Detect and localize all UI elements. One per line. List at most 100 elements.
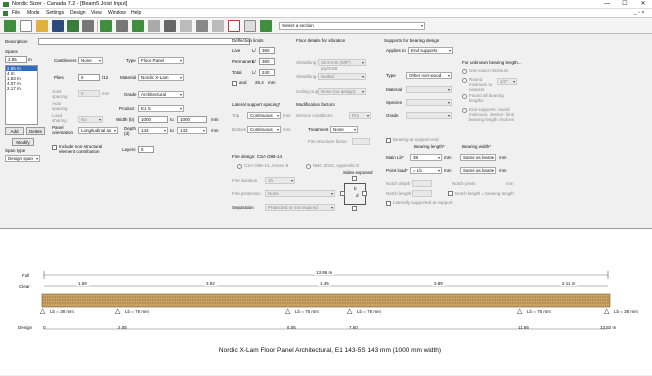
fire-factor-input[interactable] (352, 138, 370, 145)
maximize-button[interactable]: ☐ (616, 0, 634, 9)
support-grade-select[interactable]: ▾ (406, 112, 452, 119)
span-input[interactable]: 2.85 (5, 56, 27, 63)
live-input[interactable]: 360 (259, 47, 275, 54)
wall-icon[interactable] (148, 20, 160, 32)
support-type-select[interactable]: Other non-wood ▾ (406, 72, 452, 79)
report-icon[interactable] (67, 20, 79, 32)
depth-to-select[interactable]: 143 ▾ (177, 127, 207, 134)
side-left-checkbox[interactable] (340, 191, 345, 196)
treatment-select[interactable]: None ▾ (330, 126, 358, 133)
species-select[interactable]: ▾ (406, 99, 452, 106)
top-select[interactable]: Continuous ▾ (247, 112, 281, 119)
graph-icon[interactable] (228, 20, 240, 32)
and-checkbox[interactable] (232, 81, 237, 86)
layers-input[interactable]: 5 (138, 146, 154, 153)
menu-mode[interactable]: Mode (27, 10, 40, 16)
beam-icon[interactable] (132, 20, 144, 32)
support-material-select[interactable]: ▾ (406, 86, 452, 93)
load-sharing-select[interactable]: No ▾ (78, 116, 103, 123)
floor-icon[interactable] (180, 20, 192, 32)
width-input[interactable]: 1000 (138, 116, 168, 123)
modification-title: Modification factors (296, 102, 335, 107)
csa-radio[interactable] (237, 164, 242, 169)
depth-select[interactable]: 143 ▾ (138, 127, 168, 134)
mdi-controls[interactable]: _ ▫ × (634, 10, 644, 16)
laterally-supported-label: Laterally supported at support (393, 200, 453, 205)
print-icon[interactable] (82, 20, 94, 32)
new-file-icon[interactable] (20, 20, 32, 32)
side-top-checkbox[interactable] (352, 176, 357, 181)
menu-view[interactable]: View (91, 10, 102, 16)
side-bottom-checkbox[interactable] (352, 206, 357, 211)
home-icon[interactable] (4, 20, 16, 32)
type-select[interactable]: Floor Panel ▾ (138, 57, 184, 64)
use-min-radio[interactable] (462, 69, 467, 74)
bottom-select[interactable]: Continuous ▾ (247, 126, 281, 133)
column-icon[interactable] (116, 20, 128, 32)
product-label: Product (119, 106, 135, 111)
sheathing-thickness-select[interactable]: 15.9 mm (5/8") ply/OSB ▾ (318, 59, 366, 71)
nonstructural-checkbox[interactable] (52, 145, 57, 150)
plies-input[interactable]: 0 (78, 74, 100, 81)
settings-icon[interactable] (260, 20, 272, 32)
panel-icon[interactable] (196, 20, 208, 32)
description-input[interactable] (38, 38, 250, 45)
nbc-radio[interactable] (306, 164, 311, 169)
menu-window[interactable]: Window (108, 10, 126, 16)
total-input[interactable]: 240 (259, 69, 275, 76)
round-value-select[interactable]: 1/2" ▾ (497, 78, 517, 85)
modify-button[interactable]: Modify (12, 138, 34, 146)
span-type-select[interactable]: Design span ▾ (5, 155, 40, 162)
section-select[interactable]: Select a section ▾ (279, 22, 425, 30)
point-load-select[interactable]: = Lb ▾ (410, 167, 442, 174)
permanent-input[interactable]: 360 (259, 58, 275, 65)
clear-span-label: 1.45 (318, 281, 331, 286)
delete-button[interactable]: Delete (26, 127, 45, 135)
laterally-supported-checkbox[interactable] (386, 201, 391, 206)
duration-select[interactable]: 1h ▾ (265, 177, 295, 184)
open-folder-icon[interactable] (36, 20, 48, 32)
protection-select[interactable]: None ▾ (265, 190, 335, 197)
notch-length-checkbox[interactable] (448, 191, 453, 196)
grid-icon[interactable] (244, 20, 256, 32)
cantilevers-select[interactable]: None ▾ (78, 57, 103, 64)
material-select[interactable]: Nordic X-Lam ▾ (138, 74, 184, 81)
width-to-input[interactable]: 1000 (177, 116, 207, 123)
ceiling-support-select[interactable]: None (no design) ▾ (318, 88, 366, 95)
menu-settings[interactable]: Settings (46, 10, 64, 16)
side-right-checkbox[interactable] (362, 191, 367, 196)
end-round-radio[interactable] (462, 108, 467, 113)
add-button[interactable]: Add (5, 127, 24, 135)
support-triangle-icon: △ (115, 308, 121, 315)
menu-file[interactable]: File (12, 10, 20, 16)
span-list[interactable]: 2.85 m 4 m 1.53 m 4.07 m 2.17 m (5, 65, 38, 125)
notch-depth-input[interactable] (412, 180, 432, 187)
close-button[interactable]: ✕ (634, 0, 652, 9)
service-conditions-select[interactable]: Dry ▾ (349, 112, 371, 119)
bearing-end-checkbox[interactable] (386, 138, 391, 143)
applies-select[interactable]: End supports ▾ (408, 47, 453, 54)
main-lb-select[interactable]: 38 ▾ (410, 154, 442, 161)
bearing-width-select[interactable]: Same as beam ▾ (460, 154, 496, 161)
save-icon[interactable] (52, 20, 64, 32)
sheathing-connection-select[interactable]: Nailed ▾ (318, 73, 366, 80)
menu-help[interactable]: Help (131, 10, 141, 16)
panel-orientation-select[interactable]: Longitudinal as ▾ (78, 127, 118, 134)
menu-design[interactable]: Design (70, 10, 86, 16)
joist-icon[interactable] (100, 20, 112, 32)
round-value: 1/2" (500, 79, 508, 84)
separation-label: Separation (232, 205, 254, 210)
calculator-icon[interactable] (164, 20, 176, 32)
separation-select[interactable]: Protected or not required ▾ (265, 204, 335, 211)
end-round-label: End supports: round minimum, interior: l… (469, 107, 515, 122)
grade-select[interactable]: Architectural ▾ (138, 91, 184, 98)
lintel-icon[interactable] (212, 20, 224, 32)
list-item[interactable]: 2.17 m (6, 86, 37, 91)
joist-spacing-input[interactable]: 0 (78, 90, 100, 97)
found-bearing-radio[interactable] (462, 94, 467, 99)
point-width-select[interactable]: Same as beam ▾ (460, 167, 496, 174)
round-min-radio[interactable] (462, 78, 467, 83)
notch-length-input[interactable] (412, 190, 432, 197)
product-select[interactable]: E1 S ▾ (138, 105, 184, 112)
minimize-button[interactable]: — (598, 0, 616, 9)
